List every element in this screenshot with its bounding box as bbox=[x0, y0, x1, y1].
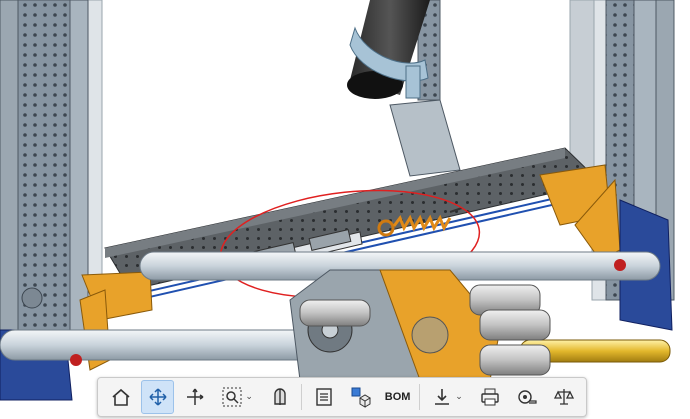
viewer-toolbar: ⌄ BOM ⌄ bbox=[97, 377, 587, 417]
section-cut-icon bbox=[273, 388, 286, 405]
zoom-window-button[interactable]: ⌄ bbox=[215, 380, 259, 414]
download-icon bbox=[435, 389, 450, 405]
home-view-button[interactable] bbox=[104, 380, 137, 414]
exploded-view-button[interactable] bbox=[344, 380, 377, 414]
gearbox-assembly bbox=[289, 269, 551, 381]
section-view-button[interactable] bbox=[263, 380, 296, 414]
balance-scale-icon bbox=[553, 389, 574, 405]
measure-button[interactable] bbox=[510, 380, 543, 414]
printer-icon bbox=[480, 388, 499, 406]
bom-button[interactable]: BOM bbox=[381, 380, 414, 414]
export-button[interactable]: ⌄ bbox=[425, 380, 469, 414]
view-manipulator-button[interactable] bbox=[141, 380, 175, 414]
zoom-box-icon bbox=[222, 387, 242, 407]
print-button[interactable] bbox=[473, 380, 506, 414]
toolbar-divider bbox=[301, 384, 303, 410]
toolbar-divider bbox=[419, 384, 421, 410]
axis-triad-icon bbox=[186, 388, 204, 405]
cad-viewport[interactable] bbox=[0, 0, 690, 419]
left-vertical-channel bbox=[0, 0, 89, 331]
tape-measure-icon bbox=[517, 390, 537, 404]
triad-button[interactable] bbox=[178, 380, 211, 414]
move-arrows-icon bbox=[149, 388, 167, 406]
chevron-down-icon: ⌄ bbox=[245, 392, 253, 402]
bom-icon: BOM bbox=[384, 391, 411, 403]
home-icon bbox=[111, 388, 130, 406]
parts-list-button[interactable] bbox=[307, 380, 340, 414]
list-icon bbox=[315, 388, 332, 406]
chevron-down-icon: ⌄ bbox=[455, 392, 463, 402]
mass-properties-button[interactable] bbox=[547, 380, 580, 414]
explode-cube-icon bbox=[351, 387, 371, 408]
